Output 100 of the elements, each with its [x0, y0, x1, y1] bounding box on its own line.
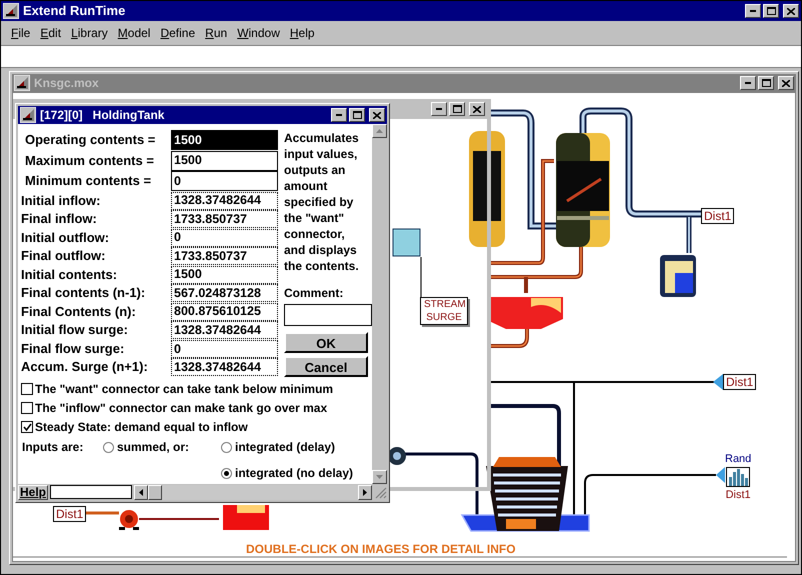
tank-drawing — [223, 505, 269, 530]
minimize-button[interactable] — [431, 102, 447, 116]
block-label: Dist1 — [726, 489, 751, 501]
block-title: Rand — [725, 453, 752, 465]
radio-button[interactable] — [221, 468, 232, 478]
pipe-drawing — [491, 327, 529, 348]
close-icon — [787, 8, 795, 14]
comment-label: Comment: — [284, 285, 344, 302]
menu-item[interactable]: Model — [118, 24, 150, 42]
readout-field: 0 — [171, 340, 278, 358]
checkbox-label: Steady State: demand equal to inflow — [35, 419, 248, 436]
minimize-button[interactable] — [745, 4, 761, 18]
field-label: Final outflow: — [21, 247, 106, 266]
pointer-icon — [713, 374, 723, 390]
help-field[interactable] — [50, 485, 132, 499]
menu-item[interactable]: Run — [205, 24, 228, 42]
field-label: Operating contents = — [24, 131, 156, 149]
close-icon — [782, 80, 790, 86]
menu-item[interactable]: Help — [290, 24, 315, 42]
readout-field: 800.875610125 — [171, 302, 278, 321]
field-label: Initial outflow: — [21, 228, 110, 247]
resize-grip-icon[interactable] — [373, 485, 387, 499]
app-icon[interactable] — [20, 107, 36, 123]
radio-button[interactable] — [221, 442, 232, 452]
menu-item[interactable]: Define — [160, 24, 196, 42]
maximize-button[interactable] — [349, 108, 365, 122]
down-arrow-icon — [376, 475, 383, 479]
close-icon — [373, 112, 381, 118]
model-title: Knsgc.mox — [34, 75, 99, 92]
checkbox[interactable] — [21, 421, 33, 433]
field-label: Final Contents (n): — [21, 302, 137, 321]
holding-tank-block-icon[interactable] — [392, 228, 420, 256]
readout-field: 567.024873128 — [171, 284, 278, 302]
input-field[interactable]: 1500 — [171, 150, 278, 171]
input-field[interactable]: 0 — [171, 171, 278, 192]
maximize-icon — [762, 79, 770, 87]
radio-label: integrated (delay) — [235, 439, 336, 456]
note-label[interactable]: STREAM SURGE — [420, 297, 468, 325]
readout-field: 1733.850737 — [171, 210, 278, 228]
field-label: Maximum contents = — [24, 152, 155, 170]
field-label: Final flow surge: — [21, 340, 126, 358]
minimize-icon — [745, 82, 751, 84]
block-description: Accumulates input values, outputs an amount specified by the "want" connector, and displays the contents. — [284, 130, 360, 274]
pump-drawing — [119, 510, 139, 530]
radio-label: integrated (no delay) — [235, 465, 354, 482]
radio-button[interactable] — [103, 442, 114, 452]
field-label: Initial contents: — [21, 266, 118, 284]
menu-item[interactable]: Edit — [40, 24, 62, 42]
minimize-button[interactable] — [331, 108, 347, 122]
menu-item[interactable]: Window — [237, 24, 280, 42]
minimize-icon — [436, 108, 442, 110]
block-label[interactable]: Dist1 — [53, 506, 86, 522]
right-arrow-icon — [363, 488, 367, 496]
inputs-label: Inputs are: — [21, 439, 84, 456]
up-arrow-icon — [376, 129, 383, 133]
close-button[interactable] — [369, 108, 385, 122]
scroll-thumb[interactable] — [148, 484, 162, 500]
checkbox[interactable] — [21, 402, 33, 414]
readout-field: 0 — [171, 228, 278, 247]
maximize-button[interactable] — [449, 102, 465, 116]
horizontal-scrollbar[interactable] — [134, 484, 372, 500]
maximize-button[interactable] — [758, 76, 774, 90]
block-label[interactable]: Dist1 — [701, 208, 734, 224]
comment-field[interactable] — [284, 304, 372, 326]
app-title: Extend RunTime — [23, 2, 126, 20]
instruction-text: DOUBLE-CLICK ON IMAGES FOR DETAIL INFO — [246, 541, 516, 558]
menu-item[interactable]: File — [11, 24, 30, 42]
close-icon — [473, 106, 481, 112]
block-label[interactable]: Dist1 — [723, 374, 756, 390]
small-tank-drawing — [660, 255, 696, 297]
minimize-button[interactable] — [740, 76, 756, 90]
readout-field: 1328.37482644 — [171, 192, 278, 210]
left-arrow-icon — [139, 488, 144, 496]
close-button[interactable] — [778, 76, 794, 90]
field-label: Final contents (n-1): — [21, 284, 146, 302]
maximize-button[interactable] — [763, 4, 779, 18]
input-field[interactable]: 1500 — [171, 130, 278, 150]
field-label: Final inflow: — [21, 210, 98, 228]
readout-field: 1328.37482644 — [171, 321, 278, 340]
ok-button[interactable]: OK — [284, 332, 368, 353]
close-button[interactable] — [783, 4, 799, 18]
close-button[interactable] — [469, 102, 485, 116]
checkbox[interactable] — [21, 383, 33, 395]
pointer-icon — [716, 467, 725, 483]
field-label: Initial flow surge: — [21, 321, 129, 340]
cancel-button[interactable]: Cancel — [284, 356, 368, 377]
readout-field: 1733.850737 — [171, 247, 278, 266]
field-label: Minimum contents = — [24, 172, 152, 190]
checkbox-label: The "inflow" connector can make tank go over max — [35, 400, 328, 417]
vertical-scrollbar[interactable] — [372, 124, 387, 484]
menu-item[interactable]: Library — [71, 24, 108, 42]
field-label: Accum. Surge (n+1): — [21, 358, 149, 376]
dialog-title: [172][0] HoldingTank — [40, 107, 164, 124]
histogram-icon[interactable] — [726, 467, 750, 487]
app-icon[interactable] — [14, 75, 30, 91]
connection-line — [420, 256, 422, 298]
maximize-icon — [766, 7, 776, 15]
app-icon[interactable] — [3, 3, 19, 19]
maximize-icon — [352, 111, 362, 119]
help-button[interactable]: Help — [18, 484, 48, 500]
